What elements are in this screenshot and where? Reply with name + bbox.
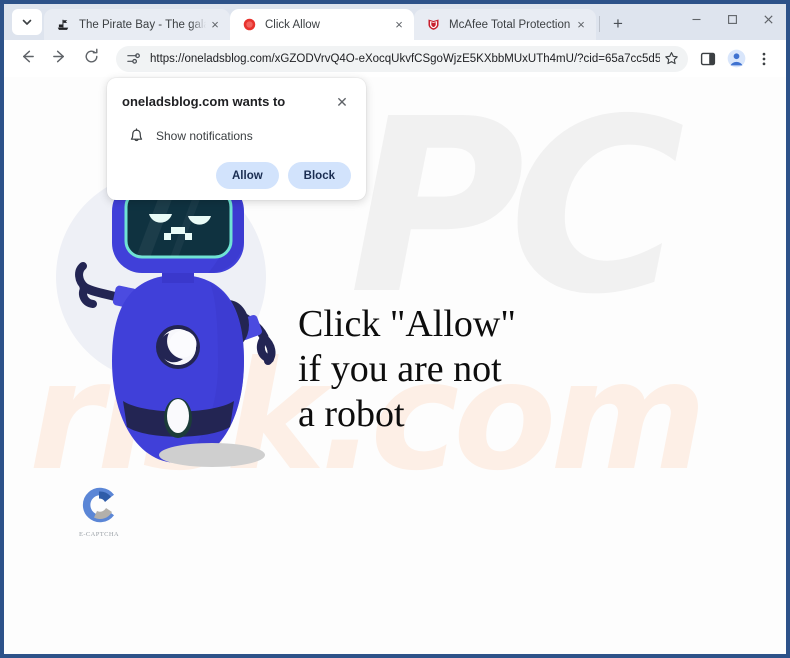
block-button[interactable]: Block [287, 162, 351, 189]
close-window-button[interactable] [750, 4, 786, 34]
url-text[interactable]: https://oneladsblog.com/xGZODVrvQ4O-eXoc… [150, 53, 660, 65]
sad-robot-illustration [52, 175, 302, 475]
pirate-ship-icon [55, 17, 71, 33]
reload-button[interactable] [76, 44, 106, 74]
minimize-button[interactable] [678, 4, 714, 34]
watermark-pc-text: PC [349, 77, 685, 347]
three-dot-menu-icon[interactable] [750, 45, 778, 73]
c-arc-logo-icon [79, 487, 119, 529]
tune-sliders-icon[interactable] [125, 50, 142, 67]
ecaptcha-brand-label: E-CAPTCHA [78, 531, 120, 538]
browser-toolbar: https://oneladsblog.com/xGZODVrvQ4O-eXoc… [4, 40, 786, 77]
allow-button[interactable]: Allow [216, 162, 279, 189]
tab-search-button[interactable] [12, 9, 42, 35]
red-circle-icon [241, 17, 257, 33]
reload-icon [83, 48, 100, 70]
arrow-left-icon [19, 48, 36, 70]
tab-separator [599, 16, 600, 32]
arrow-right-icon [51, 48, 68, 70]
chevron-down-icon [21, 16, 33, 28]
address-bar[interactable]: https://oneladsblog.com/xGZODVrvQ4O-eXoc… [116, 45, 688, 72]
new-tab-button[interactable]: + [605, 11, 631, 37]
tab-close-button[interactable]: × [572, 16, 590, 34]
back-button[interactable] [12, 44, 42, 74]
star-icon[interactable] [660, 51, 682, 66]
permission-title: oneladsblog.com wants to [122, 94, 286, 109]
close-icon[interactable]: ✕ [333, 93, 351, 111]
permission-request-row: Show notifications [122, 127, 351, 145]
robot-shadow [159, 443, 265, 467]
maximize-button[interactable] [714, 4, 750, 34]
permission-header: oneladsblog.com wants to ✕ [122, 94, 351, 111]
tab-title: Click Allow [265, 18, 320, 31]
forward-button[interactable] [44, 44, 74, 74]
side-panel-icon[interactable] [694, 45, 722, 73]
tab-strip: The Pirate Bay - The galaxy's m × Click … [4, 4, 786, 40]
window-controls [678, 4, 786, 40]
tab-title: The Pirate Bay - The galaxy's m [79, 18, 206, 31]
browser-tab-click-allow[interactable]: Click Allow × [230, 9, 414, 40]
browser-window: The Pirate Bay - The galaxy's m × Click … [0, 0, 790, 658]
tab-title: McAfee Total Protection [449, 18, 571, 31]
page-headline: Click "Allow" if you are not a robot [298, 303, 516, 435]
permission-request-label: Show notifications [156, 129, 253, 143]
bell-icon [127, 127, 145, 145]
notification-permission-bubble: oneladsblog.com wants to ✕ Show notifica… [107, 78, 366, 200]
ecaptcha-logo: E-CAPTCHA [66, 485, 132, 538]
profile-avatar-icon[interactable] [722, 45, 750, 73]
tab-close-button[interactable]: × [206, 16, 224, 34]
permission-actions: Allow Block [122, 162, 351, 189]
tab-close-button[interactable]: × [390, 16, 408, 34]
mcafee-shield-icon [425, 17, 441, 33]
browser-tab-mcafee[interactable]: McAfee Total Protection × [414, 9, 596, 40]
browser-tab-pirate-bay[interactable]: The Pirate Bay - The galaxy's m × [44, 9, 230, 40]
